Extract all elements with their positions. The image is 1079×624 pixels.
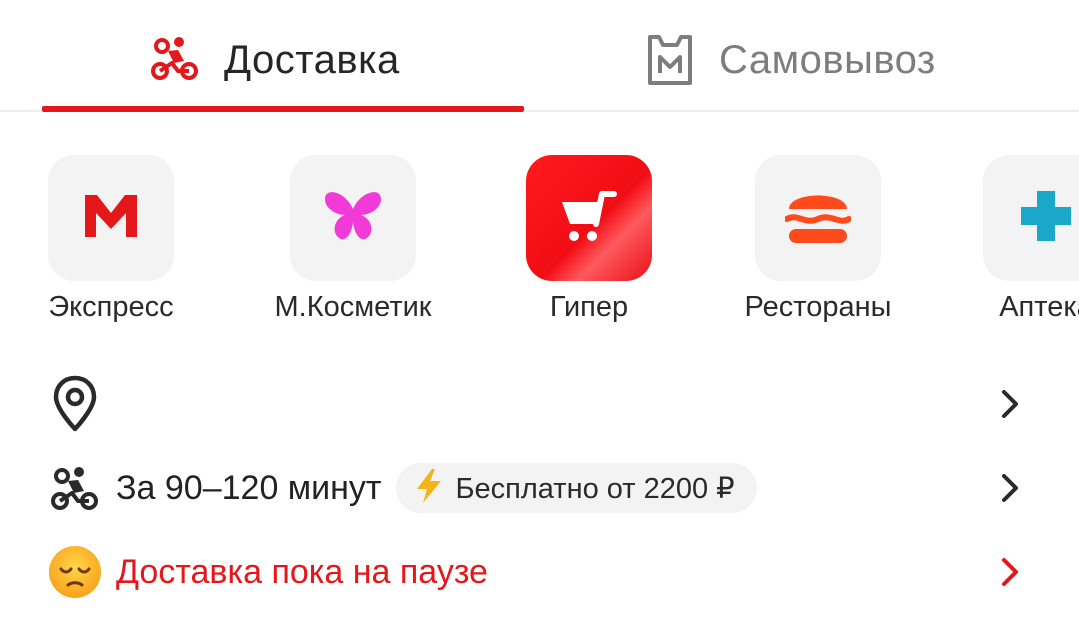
sad-emoji-icon bbox=[48, 545, 102, 599]
category-tile bbox=[290, 155, 416, 281]
address-row[interactable] bbox=[48, 372, 1038, 436]
free-delivery-text: Бесплатно от 2200 ₽ bbox=[455, 472, 735, 505]
category-label: М.Косметик bbox=[274, 291, 432, 323]
delivery-pause-text: Доставка пока на паузе bbox=[116, 552, 488, 591]
shopping-cart-icon bbox=[558, 188, 620, 249]
active-tab-indicator bbox=[42, 106, 524, 112]
category-label: Рестораны bbox=[744, 291, 892, 323]
delivery-time-row[interactable]: За 90–120 минут Бесплатно от 2200 ₽ bbox=[48, 456, 1038, 520]
pharmacy-cross-icon bbox=[1019, 189, 1073, 248]
category-restaurants[interactable]: Рестораны bbox=[728, 155, 908, 323]
category-label: Аптека bbox=[999, 291, 1079, 323]
category-express[interactable]: Экспресс bbox=[21, 155, 201, 323]
free-delivery-badge: Бесплатно от 2200 ₽ bbox=[395, 463, 757, 513]
category-tile bbox=[755, 155, 881, 281]
category-hyper[interactable]: Гипер bbox=[499, 155, 679, 323]
category-label: Гипер bbox=[549, 291, 629, 323]
magnit-m-icon bbox=[83, 191, 139, 246]
delivery-mode-tabs: Доставка Самовывоз bbox=[0, 0, 1079, 112]
burger-icon bbox=[784, 185, 852, 252]
location-pin-icon bbox=[48, 375, 102, 432]
category-pharmacy[interactable]: Аптека bbox=[956, 155, 1079, 323]
lightning-icon bbox=[414, 468, 444, 509]
category-tile bbox=[48, 155, 174, 281]
category-label: Экспресс bbox=[48, 291, 174, 323]
butterfly-icon bbox=[321, 189, 385, 248]
delivery-pause-row[interactable]: Доставка пока на паузе bbox=[48, 540, 1038, 604]
category-tile bbox=[526, 155, 652, 281]
chevron-right-icon bbox=[1002, 474, 1018, 502]
chevron-right-icon bbox=[1002, 558, 1018, 586]
category-tile bbox=[983, 155, 1079, 281]
shopping-bag-icon bbox=[645, 29, 695, 92]
courier-bike-icon bbox=[150, 33, 200, 88]
tab-pickup[interactable]: Самовывоз bbox=[645, 28, 936, 92]
tab-delivery[interactable]: Доставка bbox=[150, 28, 400, 92]
courier-bike-icon bbox=[48, 461, 102, 515]
tab-delivery-label: Доставка bbox=[224, 37, 400, 82]
tab-pickup-label: Самовывоз bbox=[719, 37, 936, 82]
delivery-time-text: За 90–120 минут bbox=[116, 468, 382, 507]
category-cosmetic[interactable]: М.Косметик bbox=[263, 155, 443, 323]
chevron-right-icon bbox=[1002, 390, 1018, 418]
